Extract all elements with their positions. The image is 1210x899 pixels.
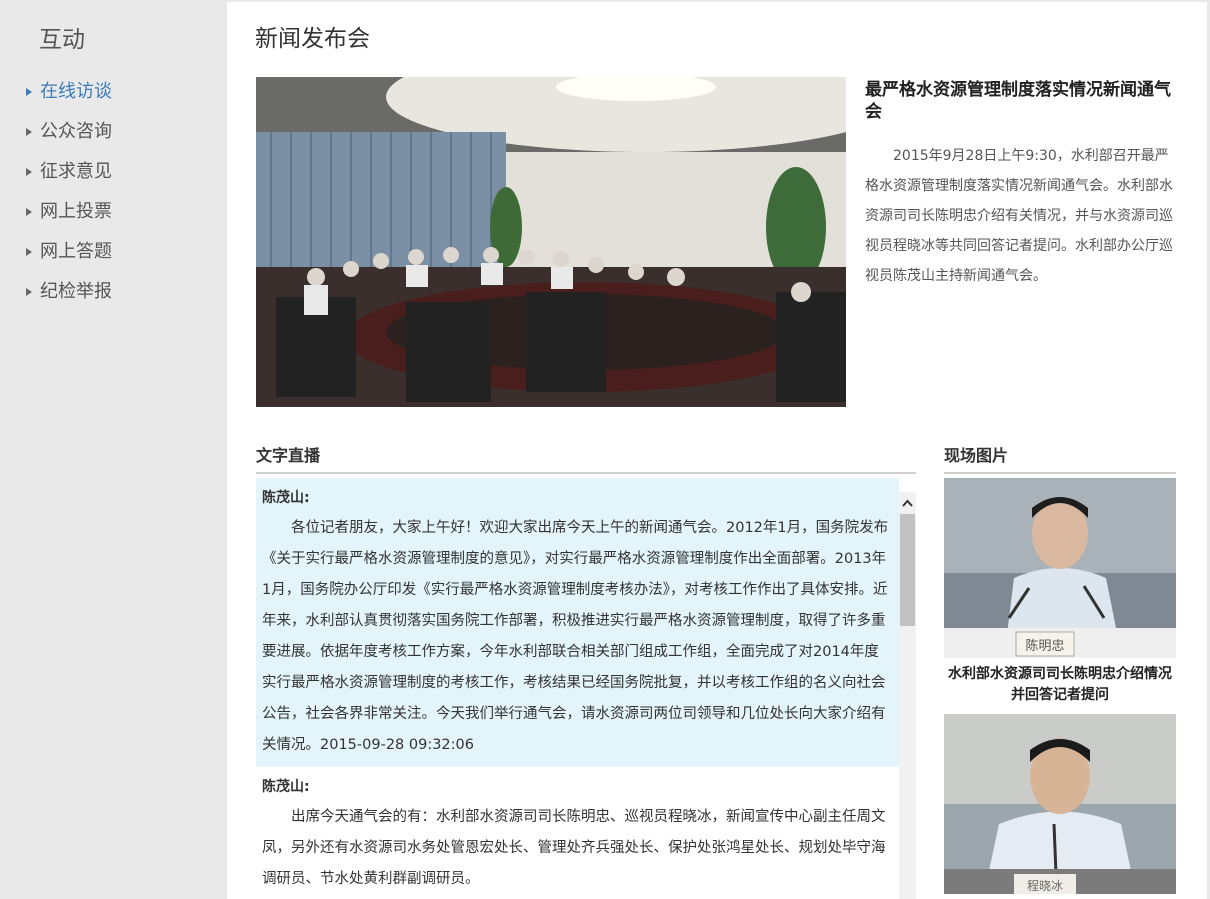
news-description: 2015年9月28日上午9:30，水利部召开最严格水资源管理制度落实情况新闻通气… [865, 148, 1173, 284]
triangle-right-icon [26, 88, 32, 96]
main-content: 新闻发布会 最严格水资源管理制度落实情况新闻通气会 2015年9月28日上午9:… [227, 2, 1207, 899]
section-heading-photos: 现场图片 [944, 442, 1176, 474]
sidebar-item-solicit-opinions[interactable]: 征求意见 [26, 152, 112, 192]
photo-card[interactable]: 程晓冰 [944, 714, 1176, 894]
chevron-up-icon[interactable] [899, 492, 916, 514]
nameplate-text: 陈明忠 [1025, 638, 1064, 654]
sidebar-item-label: 纪检举报 [40, 281, 112, 302]
sidebar-item-online-interview[interactable]: 在线访谈 [26, 72, 112, 112]
sidebar-item-label: 征求意见 [40, 161, 112, 182]
speaker-photo: 陈明忠 [944, 478, 1176, 658]
message-text: 各位记者朋友，大家上午好！欢迎大家出席今天上午的新闻通气会。2012年1月，国务… [262, 520, 889, 753]
sidebar-item-online-quiz[interactable]: 网上答题 [26, 232, 112, 272]
conference-room-image [256, 77, 846, 407]
nameplate-text: 程晓冰 [1027, 878, 1063, 893]
message-speaker: 陈茂山: [262, 490, 310, 506]
sidebar-item-label: 网上投票 [40, 201, 112, 222]
sidebar-title: 互动 [39, 27, 85, 53]
live-message: 陈茂山: 各位记者朋友，大家上午好！欢迎大家出席今天上午的新闻通气会。2012年… [256, 478, 899, 767]
sidebar-item-public-consultation[interactable]: 公众咨询 [26, 112, 112, 152]
live-message: 陈茂山: 出席今天通气会的有：水利部水资源司司长陈明忠、巡视员程晓冰，新闻宣传中… [256, 767, 899, 899]
message-speaker: 陈茂山: [262, 779, 310, 795]
sidebar-item-label: 在线访谈 [40, 81, 112, 102]
triangle-right-icon [26, 288, 32, 296]
sidebar-item-discipline-report[interactable]: 纪检举报 [26, 272, 112, 312]
triangle-right-icon [26, 208, 32, 216]
triangle-right-icon [26, 168, 32, 176]
sidebar-item-label: 公众咨询 [40, 121, 112, 142]
sidebar: 互动 在线访谈 公众咨询 征求意见 网上投票 网上答题 纪检举报 [0, 0, 225, 899]
news-title[interactable]: 最严格水资源管理制度落实情况新闻通气会 [865, 79, 1177, 123]
text-live-content: 陈茂山: 各位记者朋友，大家上午好！欢迎大家出席今天上午的新闻通气会。2012年… [256, 478, 899, 899]
triangle-right-icon [26, 128, 32, 136]
photo-caption: 水利部水资源司司长陈明忠介绍情况并回答记者提问 [948, 666, 1172, 703]
sidebar-item-label: 网上答题 [40, 241, 112, 262]
photo-card[interactable]: 陈明忠 水利部水资源司司长陈明忠介绍情况并回答记者提问 [944, 478, 1176, 706]
page-title: 新闻发布会 [255, 26, 370, 52]
triangle-right-icon [26, 248, 32, 256]
sidebar-item-online-voting[interactable]: 网上投票 [26, 192, 112, 232]
section-heading-text-live: 文字直播 [256, 442, 916, 474]
message-text: 出席今天通气会的有：水利部水资源司司长陈明忠、巡视员程晓冰，新闻宣传中心副主任周… [262, 809, 886, 887]
sidebar-nav: 在线访谈 公众咨询 征求意见 网上投票 网上答题 纪检举报 [26, 72, 112, 312]
speaker-photo: 程晓冰 [944, 714, 1176, 894]
conference-photo[interactable] [256, 77, 846, 407]
scrollbar[interactable] [899, 492, 916, 899]
text-live-panel[interactable]: 陈茂山: 各位记者朋友，大家上午好！欢迎大家出席今天上午的新闻通气会。2012年… [256, 478, 916, 899]
scrollbar-thumb[interactable] [900, 514, 915, 626]
